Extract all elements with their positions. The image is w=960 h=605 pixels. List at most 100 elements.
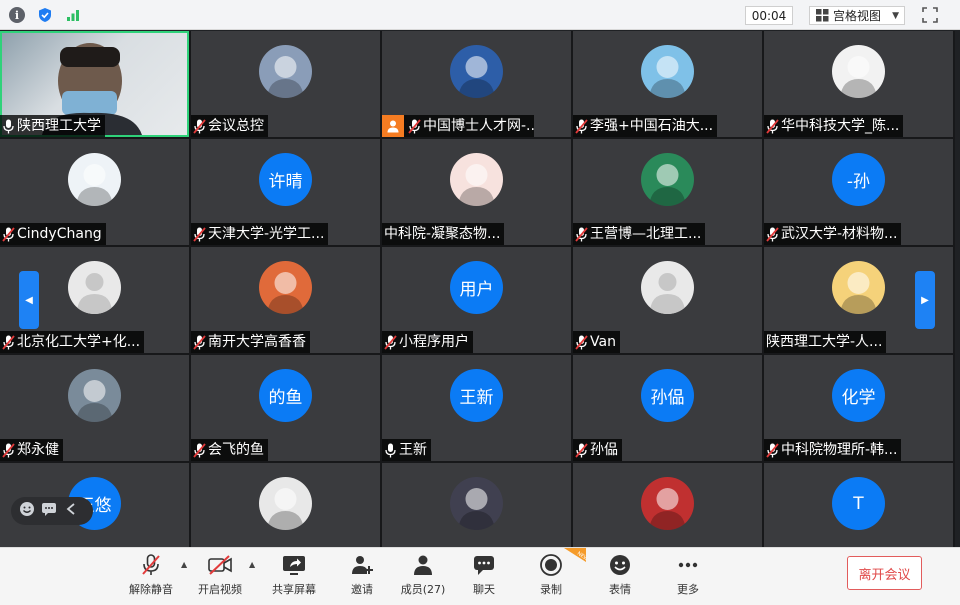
participant-avatar: [641, 261, 694, 314]
participant-name: 会议总控: [208, 118, 264, 134]
participant-name: 王营博—北理工...: [590, 226, 702, 242]
chat-icon: [471, 552, 497, 578]
participant-name-label: 小程序用户: [382, 331, 473, 353]
participant-name-label: 武汉大学-材料物...: [764, 223, 902, 245]
mic-muted-icon: [766, 226, 779, 242]
share-screen-button[interactable]: 共享屏幕: [264, 552, 324, 602]
mic-muted-icon: [193, 334, 206, 350]
participant-name-label: 王新: [382, 439, 431, 461]
participant-tile[interactable]: 会议总控: [191, 31, 380, 137]
participant-avatar: 的鱼: [259, 369, 312, 422]
mic-muted-icon: [575, 118, 588, 134]
participant-name-label: 华中科技大学_陈...: [764, 115, 904, 137]
signal-icon[interactable]: [65, 7, 81, 23]
participant-tile[interactable]: 王营博—北理工...: [573, 139, 762, 245]
participant-tile[interactable]: 中科院-凝聚态物...: [382, 139, 571, 245]
participant-tile[interactable]: 南开大学高香香: [191, 247, 380, 353]
participant-tile[interactable]: Van: [573, 247, 762, 353]
camera-off-icon: [207, 552, 233, 578]
participant-name-label: 天津大学-光学工...: [191, 223, 329, 245]
meeting-toolbar: 解除静音 ▲ 开启视频 ▲ 共享屏幕 邀请 成员(27) 聊天 录制 NEW 表…: [0, 547, 960, 605]
emoji-icon: [607, 552, 633, 578]
participant-name: 南开大学高香香: [208, 334, 306, 350]
participant-tile[interactable]: -孙武汉大学-材料物...: [764, 139, 953, 245]
participant-tile[interactable]: 陕西理工大学: [0, 31, 189, 137]
participant-tile[interactable]: 李强+中国石油大...: [573, 31, 762, 137]
invite-button[interactable]: 邀请: [332, 552, 392, 602]
unmute-button[interactable]: 解除静音: [121, 552, 181, 602]
mic-muted-icon: [193, 226, 206, 242]
info-icon[interactable]: i: [9, 7, 25, 23]
shield-icon[interactable]: [37, 7, 53, 23]
participant-tile[interactable]: 中国博士人才网-...: [382, 31, 571, 137]
participant-grid: 陕西理工大学 会议总控 中国博士人才网-... 李强+中国石油大... 华中科技大学_陈…: [0, 31, 955, 569]
participant-name-label: 中国博士人才网-...: [382, 115, 534, 137]
participant-avatar: 孙偘: [641, 369, 694, 422]
participant-avatar: 用户: [450, 261, 503, 314]
more-label: 更多: [677, 583, 699, 596]
participant-avatar: -孙: [832, 153, 885, 206]
mic-muted-icon: [766, 118, 779, 134]
members-icon: [410, 552, 436, 578]
video-options-arrow[interactable]: ▲: [249, 560, 255, 569]
participant-name-label: 北京化工大学+化...: [0, 331, 145, 353]
prev-page-button[interactable]: ◀: [19, 271, 39, 329]
participant-name: 华中科技大学_陈...: [781, 118, 900, 134]
participant-name: 陕西理工大学: [17, 118, 101, 134]
participant-tile[interactable]: 用户小程序用户: [382, 247, 571, 353]
mic-icon: [2, 118, 15, 134]
mic-muted-icon: [193, 118, 206, 134]
start-video-button[interactable]: 开启视频: [190, 552, 250, 602]
participant-name-label: CindyChang: [0, 223, 106, 245]
record-icon: [538, 552, 564, 578]
participant-avatar: T: [832, 477, 885, 530]
participant-avatar: [832, 261, 885, 314]
participant-name: 郑永健: [17, 442, 59, 458]
grid-view-icon: [816, 9, 829, 22]
mic-muted-icon: [193, 442, 206, 458]
participant-tile[interactable]: 化学 中科院物理所-韩...: [764, 355, 953, 461]
participant-avatar: [450, 477, 503, 530]
participant-avatar: [259, 477, 312, 530]
participant-name: 中科院-凝聚态物...: [384, 226, 501, 242]
mic-muted-icon: [138, 552, 164, 578]
share-screen-icon: [281, 552, 307, 578]
participant-name-label: 李强+中国石油大...: [573, 115, 718, 137]
participant-avatar: [68, 261, 121, 314]
leave-meeting-button[interactable]: 离开会议: [847, 556, 922, 590]
participant-tile[interactable]: 郑永健: [0, 355, 189, 461]
chevron-down-icon: ▼: [892, 10, 899, 21]
participant-tile[interactable]: 许晴天津大学-光学工...: [191, 139, 380, 245]
add-user-icon: [349, 552, 375, 578]
participant-tile[interactable]: 孙偘 孙偘: [573, 355, 762, 461]
participant-avatar: 许晴: [259, 153, 312, 206]
emoji-icon[interactable]: [19, 501, 35, 521]
participant-name: 中国博士人才网-...: [423, 118, 534, 134]
mute-options-arrow[interactable]: ▲: [181, 560, 187, 569]
meeting-timer: 00:04: [745, 6, 793, 25]
participant-name-label: 中科院-凝聚态物...: [382, 223, 505, 245]
mic-icon: [384, 442, 397, 458]
participant-avatar: 化学: [832, 369, 885, 422]
reaction-button[interactable]: 表情: [590, 552, 650, 602]
participant-name-label: 南开大学高香香: [191, 331, 310, 353]
more-dots-icon: [675, 552, 701, 578]
view-mode-select[interactable]: 宫格视图 ▼: [809, 6, 905, 25]
collapse-icon[interactable]: [63, 501, 79, 521]
participant-avatar: [641, 153, 694, 206]
participant-tile[interactable]: 华中科技大学_陈...: [764, 31, 953, 137]
members-button[interactable]: 成员(27): [393, 552, 453, 602]
more-button[interactable]: 更多: [658, 552, 718, 602]
participant-name: 陕西理工大学-人...: [766, 334, 883, 350]
participant-tile[interactable]: 王新 王新: [382, 355, 571, 461]
fullscreen-icon[interactable]: [922, 7, 938, 23]
participant-tile[interactable]: CindyChang: [0, 139, 189, 245]
record-label: 录制: [540, 583, 562, 596]
chat-bubble-icon[interactable]: [41, 501, 57, 521]
mic-muted-icon: [766, 442, 779, 458]
chat-button[interactable]: 聊天: [454, 552, 514, 602]
participant-name: 天津大学-光学工...: [208, 226, 325, 242]
participant-tile[interactable]: 的鱼 会飞的鱼: [191, 355, 380, 461]
next-page-button[interactable]: ▶: [915, 271, 935, 329]
participant-avatar: [641, 45, 694, 98]
